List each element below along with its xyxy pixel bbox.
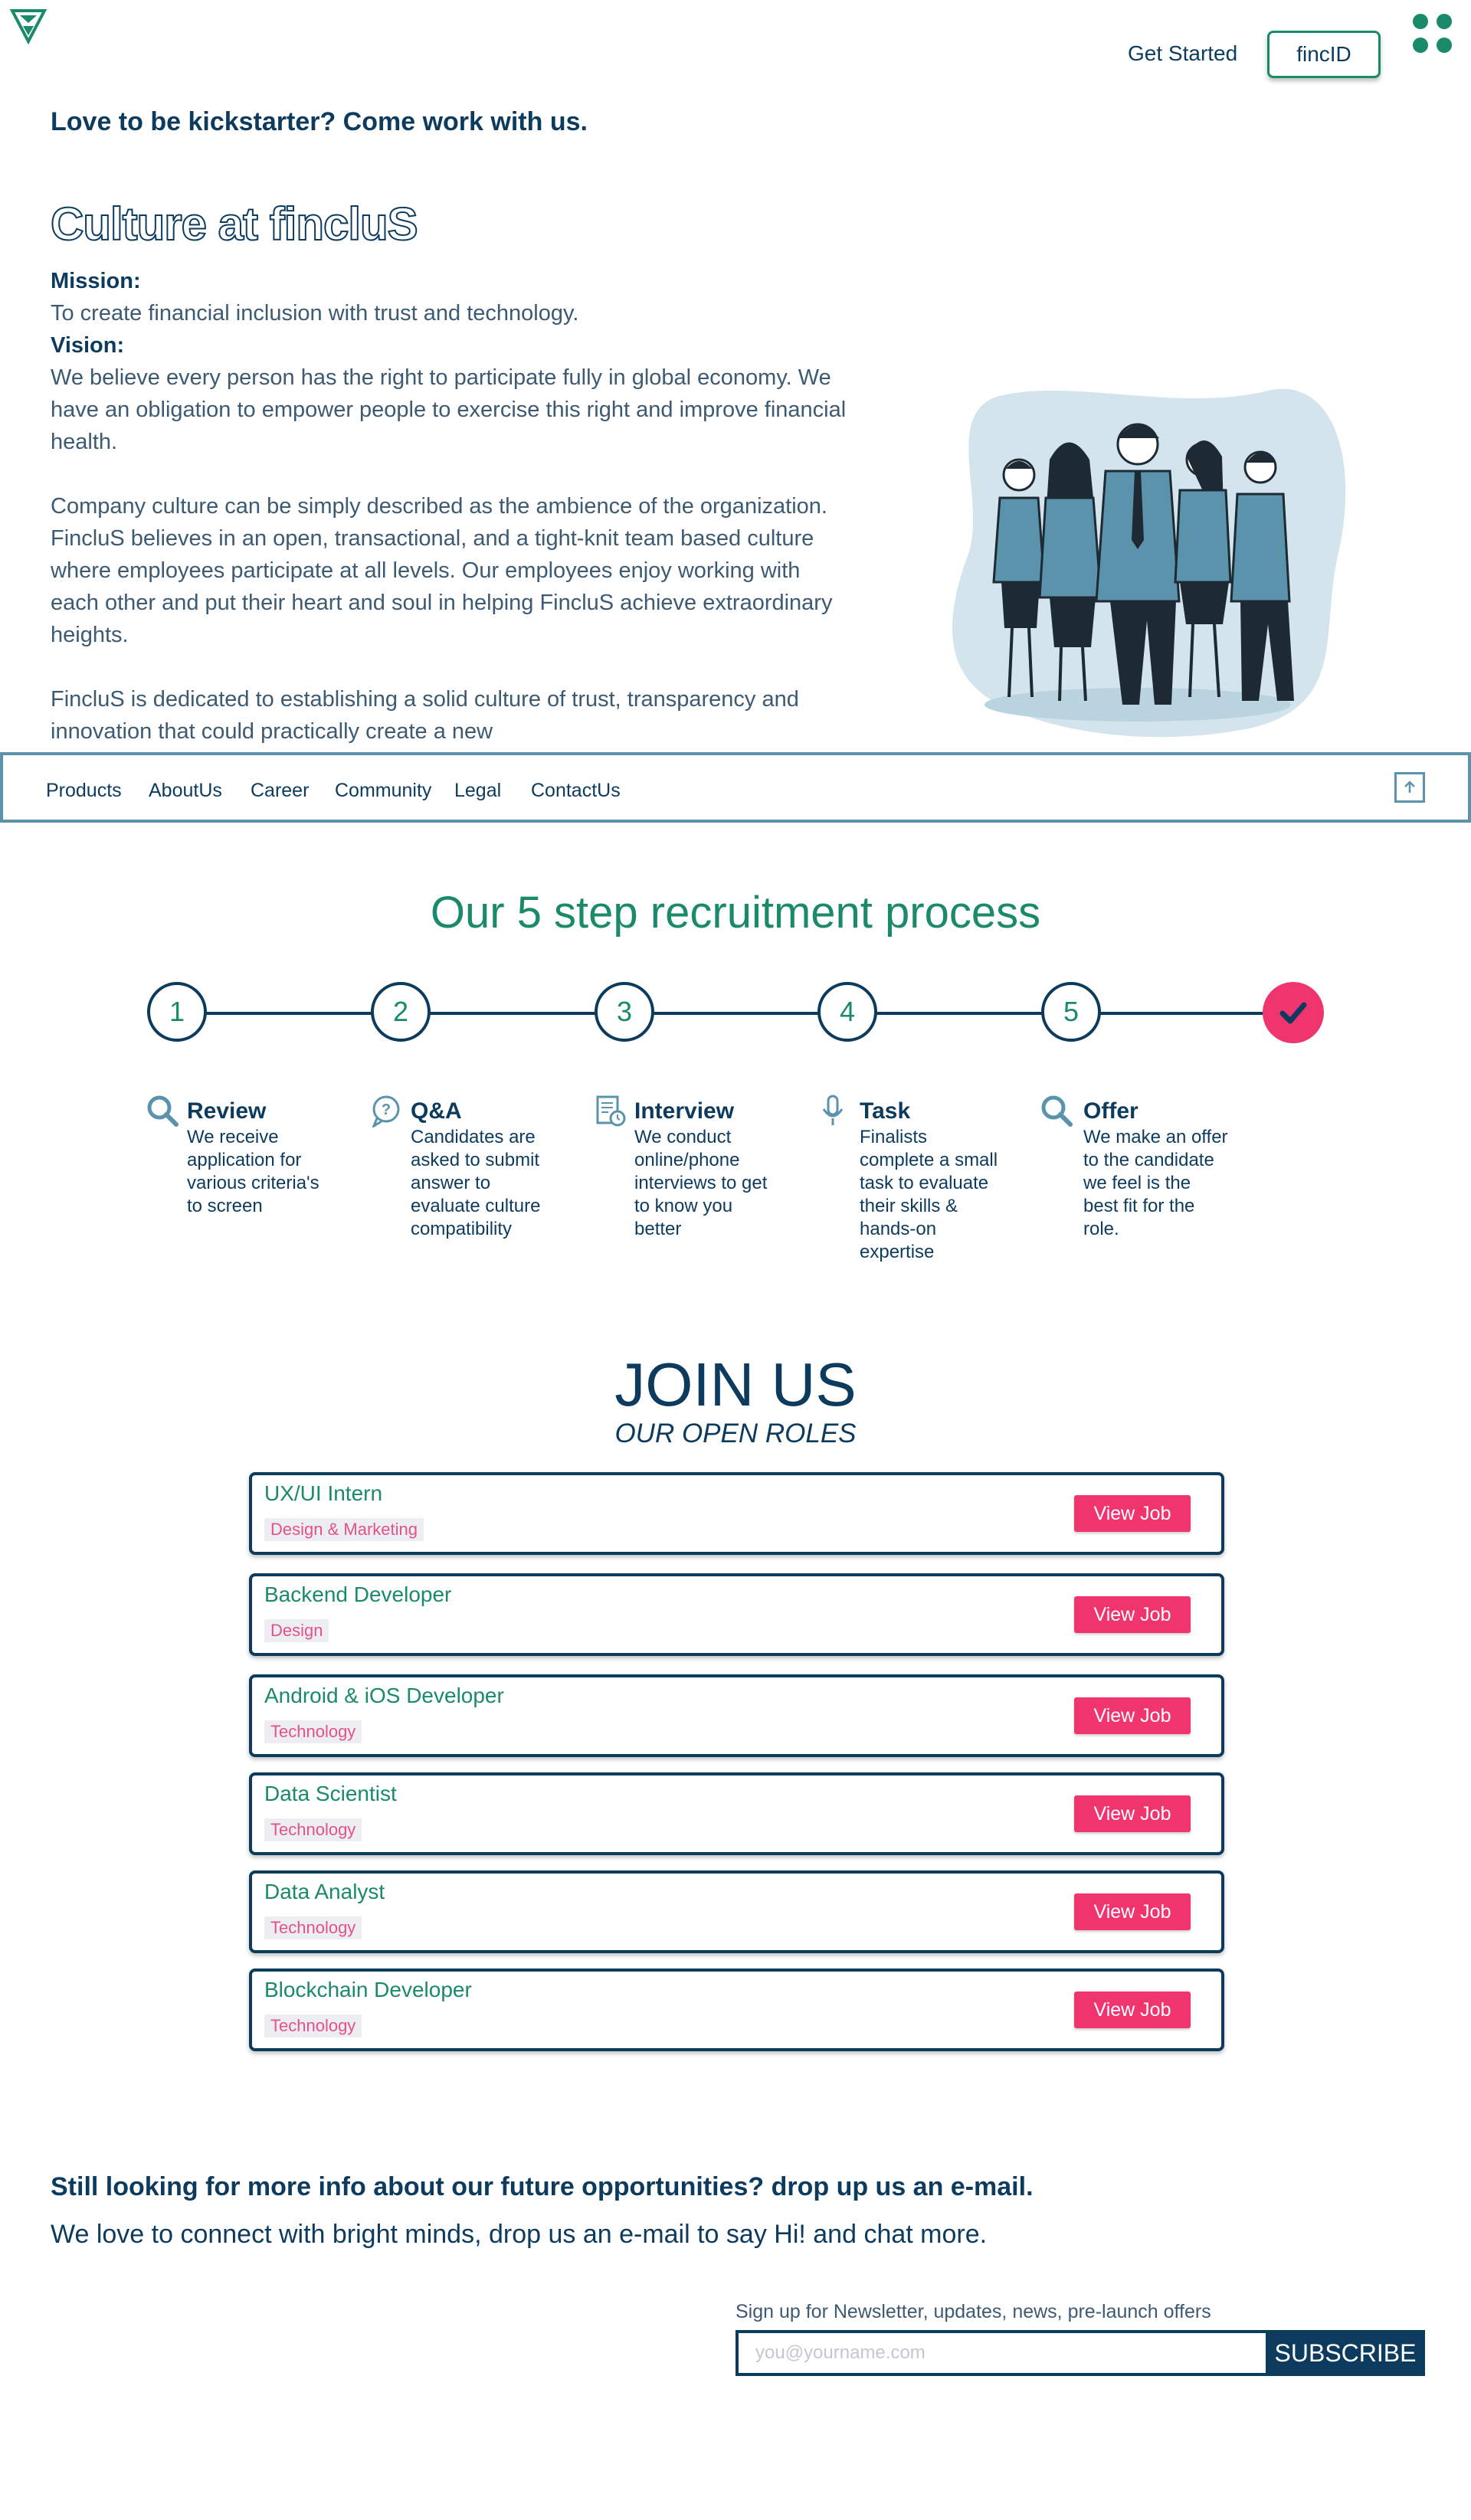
step-number-circle: 1: [147, 982, 207, 1042]
job-title[interactable]: Data Analyst: [264, 1880, 385, 1904]
process-title: Our 5 step recruitment process: [430, 888, 1041, 938]
question-chat-icon: ?: [369, 1094, 403, 1129]
job-card: Data Scientist Technology View Job: [249, 1772, 1224, 1855]
svg-text:?: ?: [382, 1101, 391, 1118]
step-description: We make an offer to the candidate we fee…: [1083, 1127, 1228, 1239]
step-title: Q&A: [411, 1098, 462, 1124]
culture-text: Mission: To create financial inclusion w…: [51, 265, 847, 746]
view-job-button[interactable]: View Job: [1074, 1991, 1191, 2028]
step-number-circle: 4: [817, 982, 877, 1042]
job-category-tag: Technology: [264, 1818, 362, 1841]
nav-career[interactable]: Career: [251, 780, 309, 802]
get-started-link[interactable]: Get Started: [1128, 41, 1237, 66]
app-grid-menu-icon[interactable]: [1413, 14, 1453, 54]
step-title: Interview: [634, 1098, 735, 1124]
view-job-button[interactable]: View Job: [1074, 1495, 1191, 1532]
step-number-circle: 3: [595, 982, 654, 1042]
view-job-button[interactable]: View Job: [1074, 1596, 1191, 1633]
job-card: Blockchain Developer Technology View Job: [249, 1969, 1224, 2051]
job-title[interactable]: Android & iOS Developer: [264, 1684, 504, 1708]
step-number-circle: 5: [1041, 982, 1101, 1042]
job-title[interactable]: Blockchain Developer: [264, 1978, 472, 2002]
join-us-title: JOIN US: [614, 1350, 857, 1419]
search-icon: [146, 1094, 179, 1127]
step-complete-check-icon: [1263, 982, 1324, 1043]
fincid-button[interactable]: fincID: [1267, 31, 1381, 78]
fincluS-logo[interactable]: [9, 6, 48, 45]
job-title[interactable]: UX/UI Intern: [264, 1481, 382, 1506]
job-category-tag: Technology: [264, 1916, 362, 1939]
job-card: Backend Developer Design View Job: [249, 1573, 1224, 1656]
step-number-circle: 2: [371, 982, 431, 1042]
mission-label: Mission:: [51, 269, 141, 293]
culture-title: Culture at fincluS: [50, 198, 419, 250]
vision-text: We believe every person has the right to…: [51, 365, 847, 454]
open-roles-subtitle: OUR OPEN ROLES: [614, 1419, 857, 1448]
nav-legal[interactable]: Legal: [454, 780, 501, 802]
document-clock-icon: [593, 1094, 627, 1127]
tagline: Love to be kickstarter? Come work with u…: [51, 107, 588, 136]
newsletter-label: Sign up for Newsletter, updates, news, p…: [736, 2301, 1211, 2322]
subscribe-button[interactable]: SUBSCRIBE: [1266, 2330, 1425, 2376]
contact-text: We love to connect with bright minds, dr…: [51, 2220, 988, 2249]
step-description: We conduct online/phone interviews to ge…: [634, 1127, 768, 1239]
scroll-to-top-icon[interactable]: [1394, 772, 1425, 803]
nav-products[interactable]: Products: [46, 780, 122, 802]
view-job-button[interactable]: View Job: [1074, 1795, 1191, 1832]
job-title[interactable]: Backend Developer: [264, 1582, 451, 1607]
nav-about-us[interactable]: AboutUs: [149, 780, 222, 802]
vision-label: Vision:: [51, 333, 125, 358]
job-title[interactable]: Data Scientist: [264, 1782, 397, 1806]
step-description: Finalists complete a small task to evalu…: [860, 1127, 998, 1262]
contact-heading: Still looking for more info about our fu…: [51, 2172, 1034, 2201]
step-title: Offer: [1083, 1098, 1138, 1124]
step-description: We receive application for various crite…: [187, 1127, 319, 1216]
view-job-button[interactable]: View Job: [1074, 1893, 1191, 1930]
job-card: Android & iOS Developer Technology View …: [249, 1674, 1224, 1757]
nav-community[interactable]: Community: [335, 780, 431, 802]
team-illustration: [946, 383, 1352, 743]
step-title: Review: [187, 1098, 267, 1124]
job-category-tag: Technology: [264, 1720, 362, 1743]
job-card: UX/UI Intern Design & Marketing View Job: [249, 1472, 1224, 1555]
step-description: Candidates are asked to submit answer to…: [411, 1127, 541, 1239]
newsletter-email-input[interactable]: [736, 2330, 1266, 2376]
culture-paragraph: Company culture can be simply described …: [51, 494, 833, 647]
job-category-tag: Design & Marketing: [264, 1518, 424, 1541]
process-timeline-line: [178, 1012, 1279, 1015]
view-job-button[interactable]: View Job: [1074, 1697, 1191, 1734]
job-category-tag: Design: [264, 1619, 329, 1642]
step-title: Task: [860, 1098, 911, 1124]
job-card: Data Analyst Technology View Job: [249, 1870, 1224, 1953]
mission-text: To create financial inclusion with trust…: [51, 301, 579, 326]
culture-paragraph: FincluS is dedicated to establishing a s…: [51, 687, 799, 744]
nav-contact-us[interactable]: ContactUs: [531, 780, 621, 802]
microphone-icon: [816, 1094, 850, 1127]
search-icon: [1040, 1094, 1073, 1127]
job-category-tag: Technology: [264, 2014, 362, 2037]
